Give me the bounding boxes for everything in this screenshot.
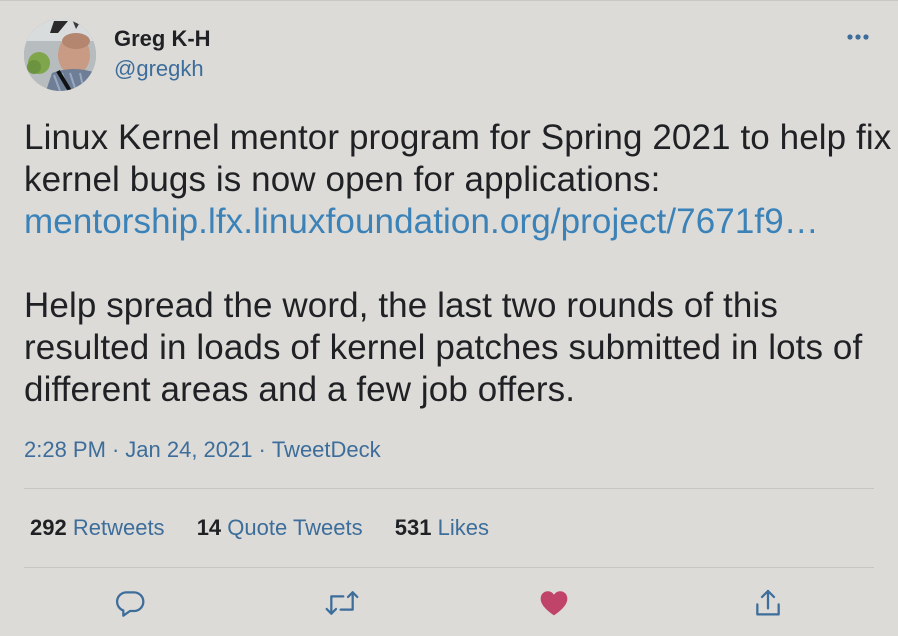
like-button[interactable]	[534, 581, 574, 625]
retweets-count: 292	[30, 515, 67, 540]
tweet-link[interactable]: mentorship.lfx.linuxfoundation.org/proje…	[24, 202, 819, 241]
retweets-label: Retweets	[72, 515, 165, 540]
reply-icon	[115, 591, 145, 617]
tweet-text-line: kernel bugs is now open for applications…	[24, 160, 661, 199]
author-handle[interactable]: @gregkh	[114, 56, 204, 82]
tweet-header: Greg K-H @gregkh	[24, 1, 874, 101]
reply-button[interactable]	[110, 581, 150, 625]
author-name[interactable]: Greg K-H	[114, 26, 211, 52]
tweet-actions	[24, 581, 874, 625]
tweet-card: Greg K-H @gregkh Linux Kernel mentor pro…	[0, 0, 898, 636]
quote-tweets-count: 14	[196, 515, 222, 540]
tweet-time[interactable]: 2:28 PM	[24, 437, 106, 462]
divider	[24, 567, 874, 568]
tweet-text-line: Linux Kernel mentor program for Spring 2…	[24, 118, 892, 157]
quote-tweets-stat[interactable]: 14 Quote Tweets	[197, 515, 363, 541]
share-icon	[756, 589, 780, 616]
likes-stat[interactable]: 531 Likes	[395, 515, 489, 541]
avatar-image	[24, 19, 96, 91]
likes-label: Likes	[437, 515, 489, 540]
tweet-stats: 292 Retweets 14 Quote Tweets 531 Likes	[30, 515, 515, 541]
tweet-date[interactable]: Jan 24, 2021	[125, 437, 252, 462]
retweets-stat[interactable]: 292 Retweets	[30, 515, 165, 541]
meta-separator: ·	[111, 437, 120, 462]
tweet-text-line: different areas and a few job offers.	[24, 370, 576, 409]
retweet-button[interactable]	[322, 581, 362, 625]
quote-tweets-label: Quote Tweets	[227, 515, 363, 540]
avatar[interactable]	[24, 19, 96, 91]
heart-icon	[540, 591, 568, 616]
likes-count: 531	[394, 515, 432, 540]
tweet-source[interactable]: TweetDeck	[272, 437, 381, 462]
tweet-text-line: resulted in loads of kernel patches subm…	[24, 328, 863, 367]
share-button[interactable]	[748, 581, 788, 625]
tweet-text-line: Help spread the word, the last two round…	[24, 286, 778, 325]
divider	[24, 488, 874, 489]
more-options-icon[interactable]	[846, 27, 872, 47]
tweet-meta: 2:28 PM · Jan 24, 2021 · TweetDeck	[24, 437, 381, 463]
tweet-text: Linux Kernel mentor program for Spring 2…	[24, 117, 892, 411]
meta-separator: ·	[258, 437, 266, 462]
retweet-icon	[325, 591, 359, 615]
